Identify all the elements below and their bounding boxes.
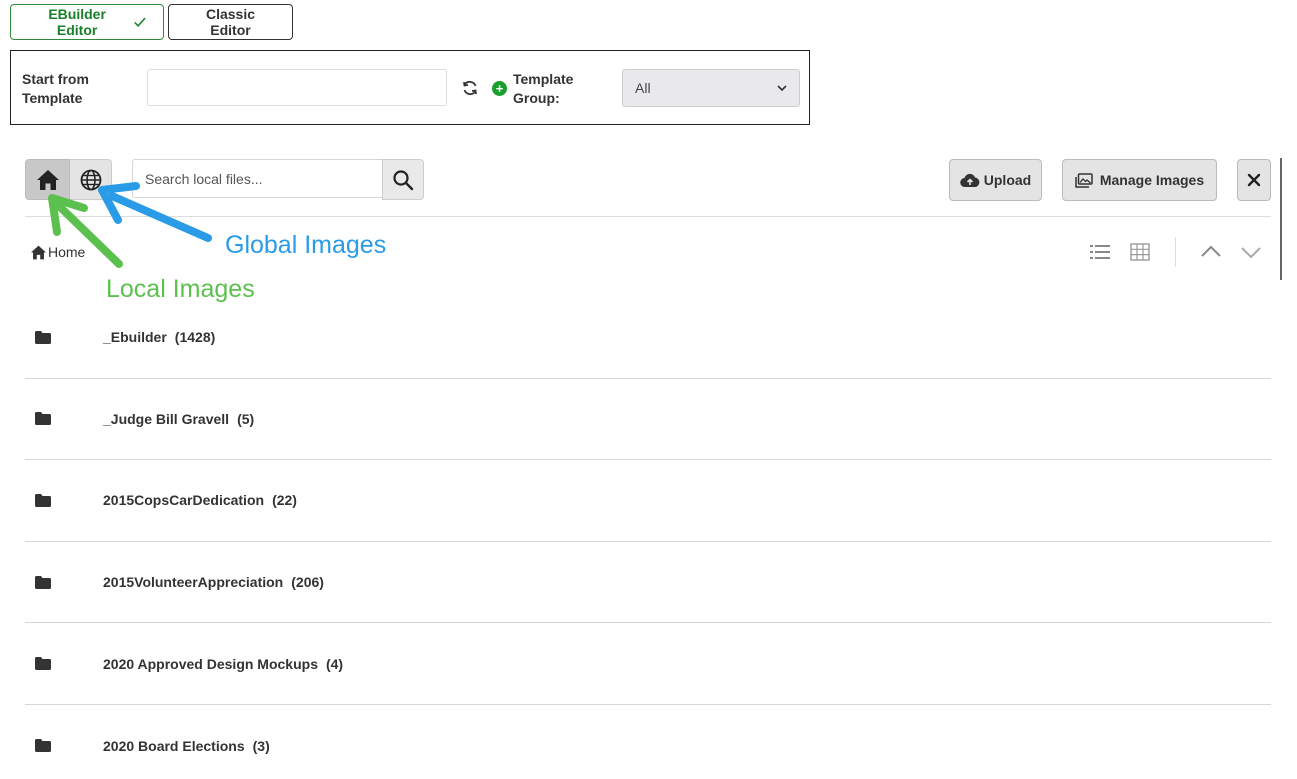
grid-view-icon[interactable]	[1130, 243, 1150, 261]
folder-count: (4)	[325, 655, 344, 672]
template-panel: Start from Template + Template Group: Al…	[10, 50, 810, 125]
folder-count: (206)	[291, 574, 324, 591]
globe-icon	[80, 169, 101, 190]
folder-name-wrapper: 2020 Approved Design Mockups (4)	[103, 656, 343, 672]
manage-images-button[interactable]: Manage Images	[1062, 159, 1217, 201]
search-placeholder: Search local files...	[145, 170, 263, 187]
folder-count: (22)	[272, 492, 297, 509]
folder-name-wrapper: 2015VolunteerAppreciation (206)	[103, 574, 324, 590]
chevron-down-icon[interactable]	[1240, 246, 1262, 260]
add-template-group-icon[interactable]: +	[492, 81, 507, 96]
list-item[interactable]: 2020 Approved Design Mockups (4)	[25, 623, 1271, 705]
list-item[interactable]: 2015VolunteerAppreciation (206)	[25, 542, 1271, 624]
local-images-button[interactable]	[25, 159, 70, 200]
list-item[interactable]: _Ebuilder (1428)	[25, 297, 1271, 379]
folder-icon	[35, 330, 51, 344]
folder-name: 2020 Approved Design Mockups	[103, 655, 318, 672]
refresh-icon[interactable]	[461, 79, 479, 97]
folder-icon	[35, 412, 51, 426]
global-images-button[interactable]	[70, 159, 112, 200]
toolbar-divider	[25, 216, 1271, 217]
folder-icon	[35, 575, 51, 589]
folder-count: (1428)	[174, 329, 216, 346]
upload-button[interactable]: Upload	[949, 159, 1042, 201]
template-group-select[interactable]: All	[622, 69, 800, 107]
folder-name-wrapper: _Ebuilder (1428)	[103, 329, 215, 345]
search-icon	[393, 169, 414, 190]
breadcrumb[interactable]: Home	[30, 244, 85, 260]
classic-editor-tab[interactable]: Classic Editor	[168, 4, 293, 40]
close-icon	[1247, 173, 1261, 187]
folder-count: (3)	[252, 737, 270, 754]
chevron-up-icon[interactable]	[1200, 244, 1222, 258]
folder-count: (5)	[237, 410, 255, 427]
folder-name: 2020 Board Elections	[103, 737, 245, 754]
view-controls-divider	[1175, 237, 1176, 267]
folder-list: _Ebuilder (1428) _Judge Bill Gravell (5) 2…	[25, 297, 1271, 779]
classic-editor-label: Classic Editor	[205, 6, 256, 38]
scrollbar-thumb[interactable]	[1280, 158, 1282, 280]
upload-label: Upload	[983, 172, 1032, 188]
folder-icon	[35, 657, 51, 671]
checkmark-icon	[134, 17, 146, 27]
folder-name: _Judge Bill Gravell	[103, 410, 230, 427]
home-icon	[31, 245, 46, 259]
folder-name: 2015CopsCarDedication	[103, 492, 265, 509]
folder-name: _Ebuilder	[103, 329, 167, 346]
editor-tabs: EBuilder Editor Classic Editor	[10, 4, 293, 40]
close-button[interactable]	[1237, 159, 1271, 201]
list-item[interactable]: _Judge Bill Gravell (5)	[25, 379, 1271, 461]
list-view-icon[interactable]	[1090, 243, 1110, 261]
folder-name-wrapper: 2020 Board Elections (3)	[103, 738, 270, 754]
folder-icon	[35, 739, 51, 753]
template-input[interactable]	[147, 69, 447, 106]
search-input[interactable]: Search local files...	[132, 159, 383, 198]
breadcrumb-home-label[interactable]: Home	[48, 244, 85, 260]
folder-name-wrapper: 2015CopsCarDedication (22)	[103, 492, 297, 508]
folder-name-wrapper: _Judge Bill Gravell (5)	[103, 411, 254, 427]
images-icon	[1075, 172, 1093, 188]
ebuilder-editor-tab[interactable]: EBuilder Editor	[10, 4, 164, 40]
search-button[interactable]	[382, 159, 424, 200]
manage-images-label: Manage Images	[1099, 172, 1205, 188]
list-item[interactable]: 2020 Board Elections (3)	[25, 705, 1271, 779]
home-icon	[36, 169, 59, 190]
template-group-label: Template Group:	[513, 71, 574, 106]
cloud-upload-icon	[960, 173, 980, 187]
list-item[interactable]: 2015CopsCarDedication (22)	[25, 460, 1271, 542]
chevron-down-icon	[777, 84, 787, 91]
start-from-template-label: Start from Template	[22, 71, 89, 106]
ebuilder-editor-label: EBuilder Editor	[48, 6, 106, 38]
template-group-value: All	[635, 80, 651, 96]
folder-icon	[35, 493, 51, 507]
folder-name: 2015VolunteerAppreciation	[103, 574, 284, 591]
global-images-annotation: Global Images	[225, 231, 387, 259]
